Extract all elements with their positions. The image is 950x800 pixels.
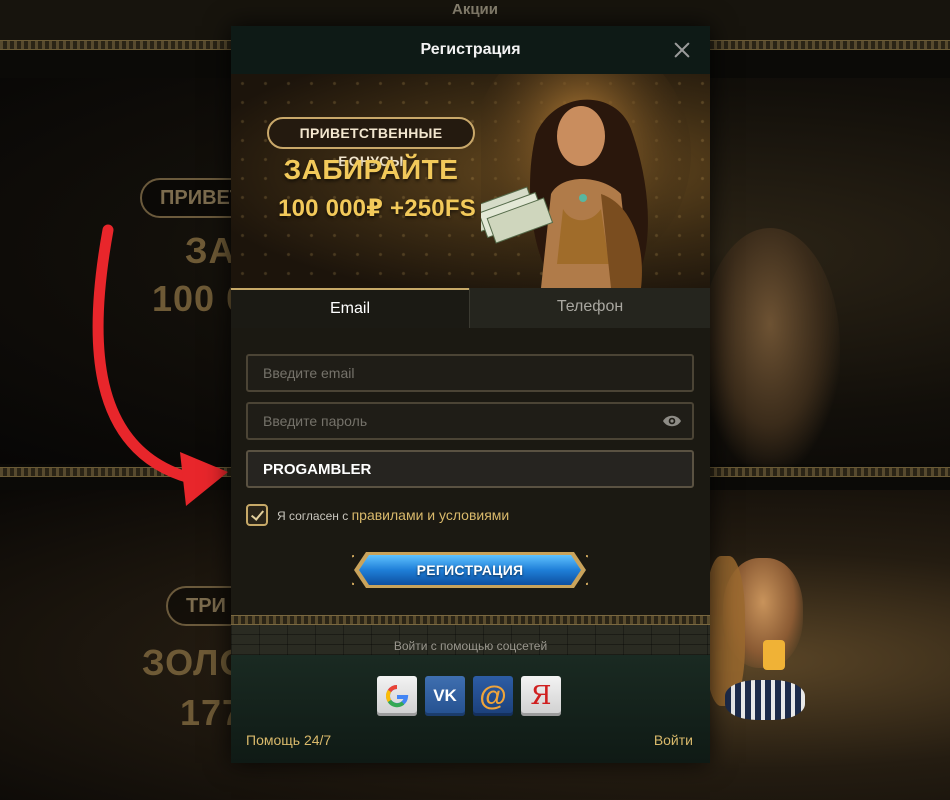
password-field-wrapper [246,402,694,440]
banner-bonus-pill: ПРИВЕТСТВЕННЫЕ БОНУСЫ [267,117,475,169]
tab-phone[interactable]: Телефон [469,288,710,328]
yandex-login-button[interactable]: Я [521,676,561,716]
register-button-wrapper: РЕГИСТРАЦИЯ [246,550,694,590]
help-link[interactable]: Помощь 24/7 [246,732,331,748]
modal-title: Регистрация [420,41,521,58]
email-field-wrapper [246,354,694,392]
modal-header: Регистрация [231,26,710,74]
terms-prefix: Я согласен с [277,509,349,523]
registration-modal: Регистрация ПРИВЕТСТВЕННЫЕ БОНУСЫ ЗАБИРА… [231,26,710,763]
terms-agreement: Я согласен с правилами и условиями [246,504,694,526]
social-login-caption: Войти с помощью соцсетей [393,639,548,653]
modal-ornament-rule [231,615,710,625]
banner-headline: ЗАБИРАЙТЕ [283,154,459,185]
terms-link[interactable]: правилами и условиями [352,507,510,523]
google-login-button[interactable] [377,676,417,716]
promo-code-input[interactable] [248,452,692,486]
google-icon [386,684,409,708]
vk-login-button[interactable]: VK [425,676,465,716]
registration-form: Я согласен с правилами и условиями [231,328,710,590]
mail-icon: @ [479,680,507,711]
welcome-bonus-banner: ПРИВЕТСТВЕННЫЕ БОНУСЫ ЗАБИРАЙТЕ 100 000₽… [231,74,710,288]
mailru-login-button[interactable]: @ [473,676,513,716]
yandex-icon: Я [530,681,552,711]
eye-icon[interactable] [662,414,682,428]
tab-email[interactable]: Email [231,288,469,328]
login-link[interactable]: Войти [654,732,693,748]
terms-text: Я согласен с правилами и условиями [277,507,509,523]
promo-code-field-wrapper [246,450,694,488]
banner-offer: 100 000₽ +250FS [278,195,476,222]
register-button-label: РЕГИСТРАЦИЯ [416,562,524,578]
email-input[interactable] [248,356,692,390]
banner-woman-illustration [481,74,691,288]
terms-checkbox[interactable] [246,504,268,526]
social-login-buttons: VK @ Я [377,676,561,716]
password-input[interactable] [248,404,692,438]
register-button[interactable]: РЕГИСТРАЦИЯ [349,550,591,590]
vk-icon: VK [433,686,457,705]
auth-method-tabs: Email Телефон [231,288,710,328]
close-icon[interactable] [672,40,692,60]
